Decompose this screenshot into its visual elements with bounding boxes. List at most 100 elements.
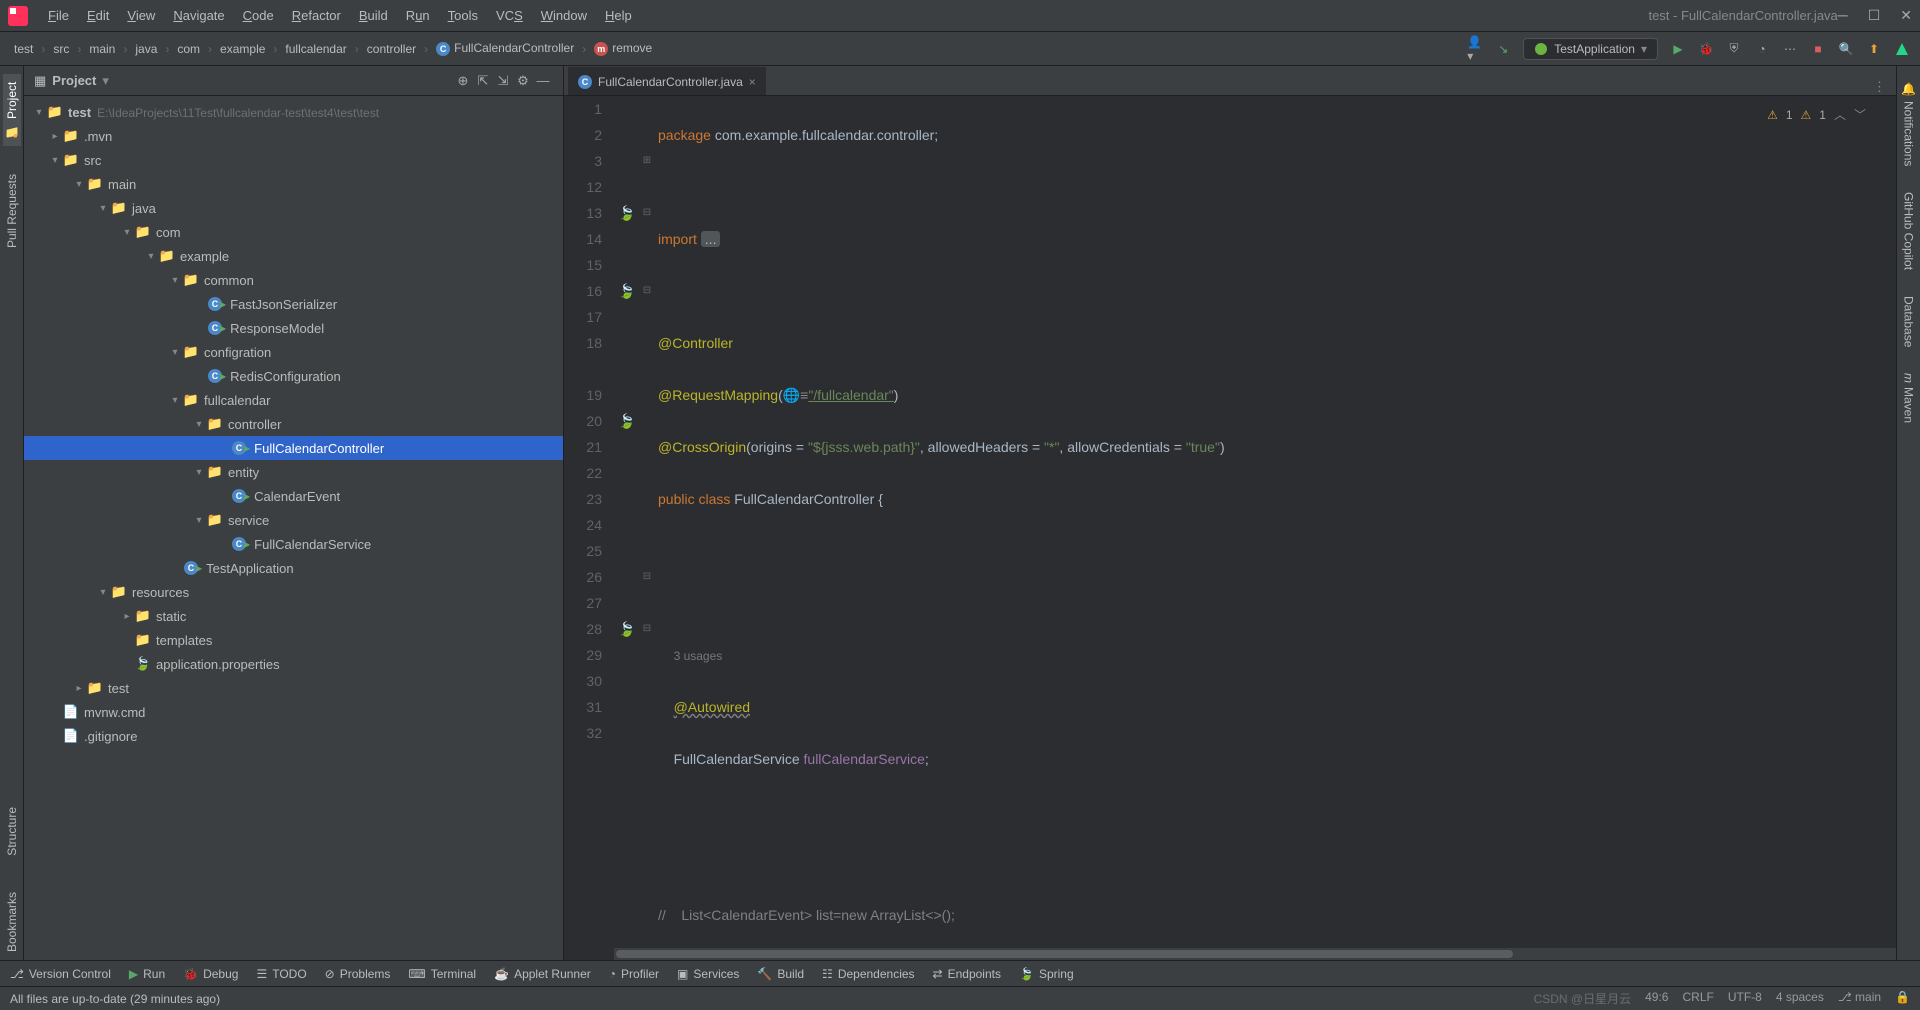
tree-src[interactable]: ▾📁src xyxy=(24,148,563,172)
status-lock-icon[interactable]: 🔒 xyxy=(1895,990,1910,1007)
crumb-fullcalendar[interactable]: fullcalendar xyxy=(281,42,350,56)
tool-tab-database[interactable]: Database xyxy=(1900,288,1918,355)
tree-templates[interactable]: 📁templates xyxy=(24,628,563,652)
status-position[interactable]: 49:6 xyxy=(1645,990,1668,1007)
tree-root[interactable]: ▾📁testE:\IdeaProjects\11Test\fullcalenda… xyxy=(24,100,563,124)
tool-dependencies[interactable]: ☷Dependencies xyxy=(822,967,915,981)
user-icon[interactable]: 👤▾ xyxy=(1467,41,1483,57)
tool-problems[interactable]: ⊘Problems xyxy=(325,967,391,981)
crumb-test[interactable]: test xyxy=(10,42,37,56)
tree-redisconfig[interactable]: C▶RedisConfiguration xyxy=(24,364,563,388)
editor-tab-more-icon[interactable]: ⋮ xyxy=(1863,79,1896,95)
spring-gutter-icon[interactable]: 🍃 xyxy=(614,408,640,434)
close-button[interactable]: ✕ xyxy=(1900,7,1912,24)
maximize-button[interactable]: ☐ xyxy=(1868,7,1881,24)
tree-example[interactable]: ▾📁example xyxy=(24,244,563,268)
menu-window[interactable]: Window xyxy=(533,4,595,27)
select-opened-file-icon[interactable]: ⊕ xyxy=(453,73,473,89)
spring-gutter-icon[interactable]: 🍃 xyxy=(614,200,640,226)
tool-run[interactable]: ▶Run xyxy=(129,967,165,981)
tree-main[interactable]: ▾📁main xyxy=(24,172,563,196)
tool-spring[interactable]: 🍃Spring xyxy=(1019,967,1074,981)
tree-calevent[interactable]: C▶CalendarEvent xyxy=(24,484,563,508)
menu-build[interactable]: Build xyxy=(351,4,396,27)
problems-widget[interactable]: ⚠1 ⚠1 ︿﹀ xyxy=(1767,102,1866,128)
menu-run[interactable]: Run xyxy=(398,4,438,27)
search-everywhere-icon[interactable]: 🔍 xyxy=(1838,41,1854,57)
tool-services[interactable]: ▣Services xyxy=(677,967,739,981)
horizontal-scrollbar[interactable] xyxy=(614,948,1896,960)
menu-navigate[interactable]: Navigate xyxy=(165,4,232,27)
crumb-com[interactable]: com xyxy=(173,42,204,56)
crumb-main[interactable]: main xyxy=(85,42,119,56)
tree-com[interactable]: ▾📁com xyxy=(24,220,563,244)
tree-service[interactable]: ▾📁service xyxy=(24,508,563,532)
tool-tab-notifications[interactable]: 🔔 Notifications xyxy=(1900,74,1918,174)
crumb-controller[interactable]: controller xyxy=(363,42,420,56)
hide-panel-icon[interactable]: — xyxy=(533,73,553,88)
minimize-button[interactable]: ─ xyxy=(1838,7,1848,24)
close-tab-icon[interactable]: × xyxy=(749,75,756,89)
tool-tab-maven[interactable]: m Maven xyxy=(1900,365,1918,431)
tool-tab-pull-requests[interactable]: Pull Requests xyxy=(3,166,21,256)
spring-gutter-icon[interactable]: 🍃 xyxy=(614,616,640,642)
menu-help[interactable]: Help xyxy=(597,4,640,27)
menu-tools[interactable]: Tools xyxy=(440,4,486,27)
tree-common[interactable]: ▾📁common xyxy=(24,268,563,292)
tool-profiler[interactable]: ◔Profiler xyxy=(609,967,659,981)
menu-vcs[interactable]: VCS xyxy=(488,4,531,27)
tree-static[interactable]: ▸📁static xyxy=(24,604,563,628)
tool-build[interactable]: 🔨Build xyxy=(757,967,804,981)
tool-tab-bookmarks[interactable]: Bookmarks xyxy=(3,884,21,960)
tree-controller[interactable]: ▾📁controller xyxy=(24,412,563,436)
stop-button-icon[interactable]: ■ xyxy=(1810,41,1826,57)
tree-gitignore[interactable]: 📄.gitignore xyxy=(24,724,563,748)
menu-refactor[interactable]: Refactor xyxy=(284,4,349,27)
code-content[interactable]: package com.example.fullcalendar.control… xyxy=(654,96,1896,960)
tree-appprops[interactable]: 🍃application.properties xyxy=(24,652,563,676)
menu-code[interactable]: Code xyxy=(235,4,282,27)
spring-gutter-icon[interactable]: 🍃 xyxy=(614,278,640,304)
tool-terminal[interactable]: ⌨Terminal xyxy=(408,967,476,981)
coverage-icon[interactable]: ⛨ xyxy=(1726,41,1742,57)
menu-view[interactable]: View xyxy=(119,4,163,27)
profile-icon[interactable]: ◔ xyxy=(1754,41,1770,57)
tool-version-control[interactable]: ⎇Version Control xyxy=(10,967,111,981)
tool-endpoints[interactable]: ⇄Endpoints xyxy=(933,967,1001,981)
tool-todo[interactable]: ☰TODO xyxy=(256,967,306,981)
status-encoding[interactable]: UTF-8 xyxy=(1728,990,1762,1007)
crumb-class[interactable]: CFullCalendarController xyxy=(432,41,578,56)
settings-gear-icon[interactable]: ⚙ xyxy=(513,73,533,89)
crumb-java[interactable]: java xyxy=(131,42,161,56)
ide-services-icon[interactable] xyxy=(1894,41,1910,57)
tree-mvnw[interactable]: 📄mvnw.cmd xyxy=(24,700,563,724)
project-panel-title[interactable]: Project xyxy=(52,73,96,88)
project-tree[interactable]: ▾📁testE:\IdeaProjects\11Test\fullcalenda… xyxy=(24,96,563,960)
tree-fcs[interactable]: C▶FullCalendarService xyxy=(24,532,563,556)
attach-icon[interactable]: ⋯ xyxy=(1782,41,1798,57)
debug-button-icon[interactable]: 🐞 xyxy=(1698,41,1714,57)
menu-edit[interactable]: Edit xyxy=(79,4,117,27)
run-config-selector[interactable]: TestApplication ▾ xyxy=(1523,38,1658,60)
crumb-example[interactable]: example xyxy=(216,42,269,56)
tool-tab-copilot[interactable]: GitHub Copilot xyxy=(1900,184,1918,278)
build-hammer-icon[interactable]: ↘ xyxy=(1495,41,1511,57)
run-button-icon[interactable]: ▶ xyxy=(1670,41,1686,57)
crumb-method[interactable]: mremove xyxy=(590,41,656,56)
tree-fastjson[interactable]: C▶FastJsonSerializer xyxy=(24,292,563,316)
tool-tab-project[interactable]: 📁 Project xyxy=(3,74,21,146)
editor-tab[interactable]: C FullCalendarController.java × xyxy=(568,67,766,95)
tree-configration[interactable]: ▾📁configration xyxy=(24,340,563,364)
update-icon[interactable]: ⬆ xyxy=(1866,41,1882,57)
tree-fullcalendar[interactable]: ▾📁fullcalendar xyxy=(24,388,563,412)
collapse-all-icon[interactable]: ⇲ xyxy=(493,73,513,89)
tree-fcc[interactable]: C▶FullCalendarController xyxy=(24,436,563,460)
tree-java[interactable]: ▾📁java xyxy=(24,196,563,220)
crumb-src[interactable]: src xyxy=(49,42,73,56)
status-line-separator[interactable]: CRLF xyxy=(1682,990,1713,1007)
tool-debug[interactable]: 🐞Debug xyxy=(183,967,238,981)
tool-applet-runner[interactable]: ☕Applet Runner xyxy=(494,967,591,981)
tree-responsemodel[interactable]: C▶ResponseModel xyxy=(24,316,563,340)
expand-all-icon[interactable]: ⇱ xyxy=(473,73,493,89)
tree-mvn[interactable]: ▸📁.mvn xyxy=(24,124,563,148)
